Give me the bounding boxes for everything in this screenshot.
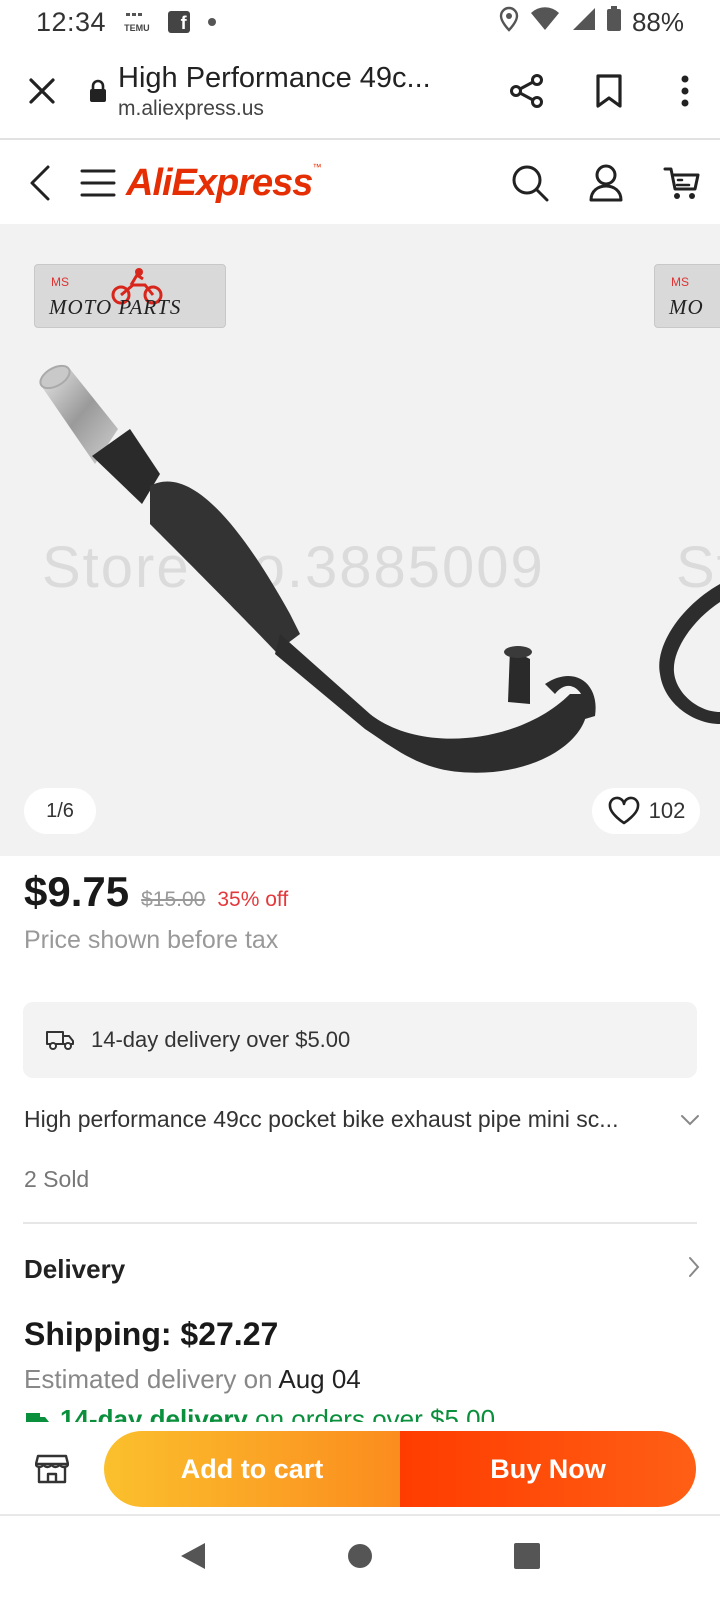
- delivery-truck-icon: [46, 1031, 74, 1050]
- product-image-gallery[interactable]: MS MOTO PARTS Store No.3885009 MS MO S 1…: [0, 224, 720, 856]
- share-button[interactable]: [486, 43, 568, 139]
- delivery-section-header[interactable]: Delivery: [24, 1254, 700, 1285]
- estimated-delivery: Estimated delivery on Aug 04: [24, 1364, 361, 1394]
- search-icon: [512, 165, 549, 202]
- aliexpress-logo[interactable]: AliExpress™: [126, 162, 321, 205]
- tax-note: Price shown before tax: [24, 926, 279, 954]
- estimated-delivery-date: Aug 04: [278, 1364, 361, 1394]
- divider: [23, 1222, 697, 1224]
- image-counter: 1/6: [24, 788, 96, 834]
- site-header: AliExpress™: [0, 142, 720, 224]
- triangle-back-icon: [181, 1542, 206, 1569]
- product-title: High performance 49cc pocket bike exhaus…: [24, 1106, 619, 1132]
- hamburger-menu-icon: [80, 169, 116, 197]
- discount-badge: 35% off: [217, 888, 289, 911]
- wishlist-button[interactable]: 102: [592, 788, 700, 834]
- square-recents-icon: [513, 1542, 540, 1569]
- delivery-promo: 14-day delivery on orders over $5.00: [24, 1404, 495, 1422]
- delivery-banner-text: 14-day delivery over $5.00: [91, 1027, 351, 1052]
- back-button[interactable]: [0, 164, 80, 202]
- nav-home-button[interactable]: [346, 1542, 374, 1575]
- user-icon: [589, 164, 623, 202]
- nav-back-button[interactable]: [179, 1541, 207, 1576]
- battery-icon: [606, 5, 622, 39]
- current-price: $9.75: [24, 868, 130, 915]
- delivery-promo-clip: 14-day delivery on orders over $5.00: [24, 1404, 624, 1422]
- chevron-left-icon: [30, 165, 50, 201]
- heart-icon: [608, 796, 639, 825]
- product-title-row[interactable]: High performance 49cc pocket bike exhaus…: [24, 1106, 700, 1133]
- wishlist-count: 102: [648, 798, 686, 823]
- notification-dot-icon: [207, 18, 216, 26]
- store-icon: [35, 1454, 69, 1484]
- cart-icon: [663, 167, 700, 199]
- next-exhaust-pipe-image: [659, 584, 720, 724]
- nav-recents-button[interactable]: [513, 1542, 541, 1575]
- lock-icon: [84, 79, 112, 103]
- action-bar: Add to cart Buy Now: [0, 1426, 720, 1512]
- shipping-cost: Shipping: $27.27: [24, 1316, 279, 1352]
- status-bar: 12:34 TEMU f 88%: [0, 0, 720, 44]
- page-url: m.aliexpress.us: [118, 96, 264, 120]
- search-button[interactable]: [492, 164, 568, 202]
- battery-percent: 88%: [631, 6, 684, 37]
- page-title: High Performance 49c...: [118, 61, 431, 94]
- product-image[interactable]: MS MOTO PARTS Store No.3885009: [0, 224, 628, 856]
- address-bar[interactable]: High Performance 49c... m.aliexpress.us: [118, 62, 486, 121]
- facebook-icon: f: [167, 11, 190, 33]
- circle-home-icon: [347, 1543, 372, 1568]
- next-product-image[interactable]: MS MO St: [634, 224, 720, 856]
- close-icon: [29, 78, 55, 104]
- cart-button[interactable]: [644, 165, 720, 201]
- original-price: $15.00: [141, 888, 206, 911]
- chevron-down-icon[interactable]: [660, 1114, 700, 1126]
- bookmark-icon: [596, 74, 622, 108]
- delivery-label: Delivery: [24, 1254, 126, 1284]
- delivery-banner[interactable]: 14-day delivery over $5.00: [23, 1002, 697, 1078]
- menu-button[interactable]: [76, 168, 120, 198]
- signal-icon: [570, 7, 596, 38]
- account-button[interactable]: [568, 164, 644, 202]
- store-button[interactable]: [0, 1453, 104, 1485]
- more-vertical-icon: [681, 75, 689, 107]
- green-truck-icon: [26, 1412, 49, 1422]
- add-to-cart-button[interactable]: Add to cart: [104, 1431, 400, 1507]
- more-menu-button[interactable]: [650, 43, 720, 139]
- sold-count: 2 Sold: [24, 1166, 90, 1192]
- exhaust-pipe-image: [39, 364, 596, 773]
- wifi-icon: [530, 6, 560, 38]
- chevron-right-icon: [688, 1256, 700, 1283]
- system-nav-bar: [0, 1516, 720, 1600]
- status-time: 12:34: [36, 6, 107, 37]
- bookmark-button[interactable]: [568, 43, 650, 139]
- purchase-buttons: Add to cart Buy Now: [104, 1431, 696, 1507]
- buy-now-button[interactable]: Buy Now: [400, 1431, 696, 1507]
- close-tab-button[interactable]: [0, 43, 84, 139]
- location-icon: [498, 6, 520, 39]
- share-icon: [510, 74, 543, 108]
- browser-toolbar: High Performance 49c... m.aliexpress.us: [0, 44, 720, 140]
- price-row: $9.75 $15.00 35% off: [24, 868, 288, 916]
- temu-icon: TEMU: [124, 12, 150, 33]
